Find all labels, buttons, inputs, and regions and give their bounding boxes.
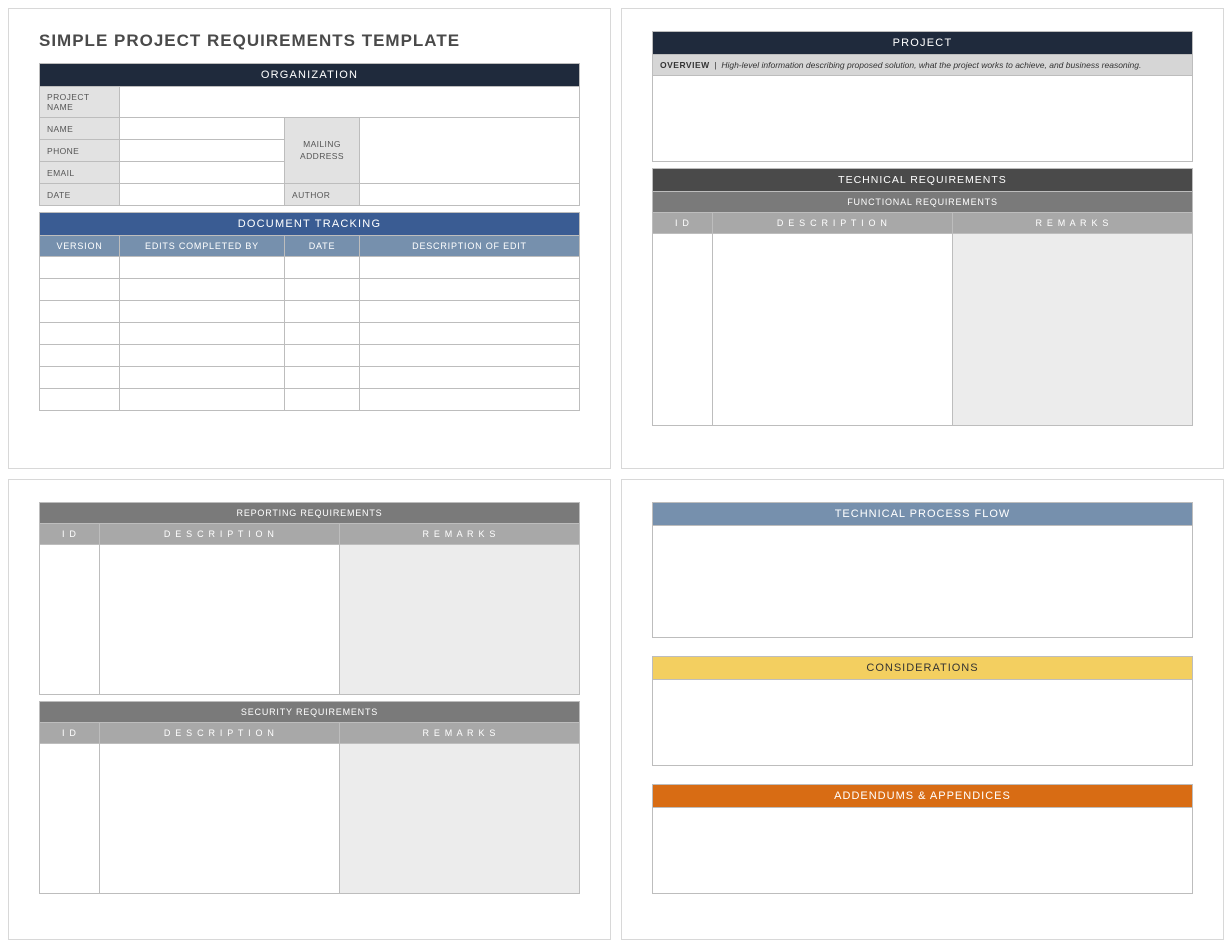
tech-flow-body[interactable] xyxy=(653,526,1193,638)
func-req-header: FUNCTIONAL REQUIREMENTS xyxy=(653,192,1193,213)
col-remarks: R E M A R K S xyxy=(340,723,580,744)
overview-hint: High-level information describing propos… xyxy=(721,60,1141,70)
col-remarks: R E M A R K S xyxy=(340,524,580,545)
col-id: I D xyxy=(40,524,100,545)
label-email: EMAIL xyxy=(40,162,120,184)
addendums-table: ADDENDUMS & APPENDICES xyxy=(652,784,1193,894)
tech-req-header: TECHNICAL REQUIREMENTS xyxy=(653,169,1193,192)
page-3: REPORTING REQUIREMENTS I D D E S C R I P… xyxy=(8,479,611,940)
func-desc-body[interactable] xyxy=(713,234,953,426)
col-remarks: R E M A R K S xyxy=(953,213,1193,234)
col-desc: D E S C R I P T I O N xyxy=(713,213,953,234)
table-row[interactable] xyxy=(40,323,580,345)
project-header: PROJECT xyxy=(653,32,1193,55)
reporting-remarks-body[interactable] xyxy=(340,545,580,695)
page-4: TECHNICAL PROCESS FLOW CONSIDERATIONS AD… xyxy=(621,479,1224,940)
security-header: SECURITY REQUIREMENTS xyxy=(40,702,580,723)
col-date: DATE xyxy=(285,236,360,257)
security-id-body[interactable] xyxy=(40,744,100,894)
col-desc: DESCRIPTION OF EDIT xyxy=(360,236,580,257)
tech-req-table: TECHNICAL REQUIREMENTS FUNCTIONAL REQUIR… xyxy=(652,168,1193,426)
col-desc: D E S C R I P T I O N xyxy=(100,723,340,744)
field-name[interactable] xyxy=(120,118,285,140)
label-name: NAME xyxy=(40,118,120,140)
reporting-table: REPORTING REQUIREMENTS I D D E S C R I P… xyxy=(39,502,580,695)
field-date[interactable] xyxy=(120,184,285,206)
overview-body[interactable] xyxy=(653,76,1193,162)
label-date: DATE xyxy=(40,184,120,206)
label-project-name: PROJECT NAME xyxy=(40,87,120,118)
col-id: I D xyxy=(653,213,713,234)
table-row[interactable] xyxy=(40,257,580,279)
addendums-header: ADDENDUMS & APPENDICES xyxy=(653,785,1193,808)
security-remarks-body[interactable] xyxy=(340,744,580,894)
label-mailing-address: MAILING ADDRESS xyxy=(285,118,360,184)
template-title: SIMPLE PROJECT REQUIREMENTS TEMPLATE xyxy=(39,31,580,51)
field-author[interactable] xyxy=(360,184,580,206)
tracking-header: DOCUMENT TRACKING xyxy=(40,213,580,236)
col-id: I D xyxy=(40,723,100,744)
field-email[interactable] xyxy=(120,162,285,184)
overview-hint-row: OVERVIEW | High-level information descri… xyxy=(653,55,1193,76)
label-author: AUTHOR xyxy=(285,184,360,206)
col-edits-by: EDITS COMPLETED BY xyxy=(120,236,285,257)
overview-label: OVERVIEW xyxy=(660,60,710,70)
organization-header: ORGANIZATION xyxy=(40,64,580,87)
field-mailing-address[interactable] xyxy=(360,118,580,184)
field-phone[interactable] xyxy=(120,140,285,162)
considerations-body[interactable] xyxy=(653,680,1193,766)
addendums-body[interactable] xyxy=(653,808,1193,894)
func-remarks-body[interactable] xyxy=(953,234,1193,426)
tech-flow-table: TECHNICAL PROCESS FLOW xyxy=(652,502,1193,638)
document-tracking-table: DOCUMENT TRACKING VERSION EDITS COMPLETE… xyxy=(39,212,580,411)
field-project-name[interactable] xyxy=(120,87,580,118)
col-desc: D E S C R I P T I O N xyxy=(100,524,340,545)
table-row[interactable] xyxy=(40,367,580,389)
considerations-header: CONSIDERATIONS xyxy=(653,657,1193,680)
page-1: SIMPLE PROJECT REQUIREMENTS TEMPLATE ORG… xyxy=(8,8,611,469)
tech-flow-header: TECHNICAL PROCESS FLOW xyxy=(653,503,1193,526)
security-desc-body[interactable] xyxy=(100,744,340,894)
project-table: PROJECT OVERVIEW | High-level informatio… xyxy=(652,31,1193,162)
considerations-table: CONSIDERATIONS xyxy=(652,656,1193,766)
table-row[interactable] xyxy=(40,345,580,367)
page-2: PROJECT OVERVIEW | High-level informatio… xyxy=(621,8,1224,469)
reporting-id-body[interactable] xyxy=(40,545,100,695)
table-row[interactable] xyxy=(40,389,580,411)
security-table: SECURITY REQUIREMENTS I D D E S C R I P … xyxy=(39,701,580,894)
reporting-header: REPORTING REQUIREMENTS xyxy=(40,503,580,524)
organization-table: ORGANIZATION PROJECT NAME NAME MAILING A… xyxy=(39,63,580,206)
func-id-body[interactable] xyxy=(653,234,713,426)
label-phone: PHONE xyxy=(40,140,120,162)
table-row[interactable] xyxy=(40,301,580,323)
table-row[interactable] xyxy=(40,279,580,301)
document-container: SIMPLE PROJECT REQUIREMENTS TEMPLATE ORG… xyxy=(8,8,1224,940)
reporting-desc-body[interactable] xyxy=(100,545,340,695)
col-version: VERSION xyxy=(40,236,120,257)
